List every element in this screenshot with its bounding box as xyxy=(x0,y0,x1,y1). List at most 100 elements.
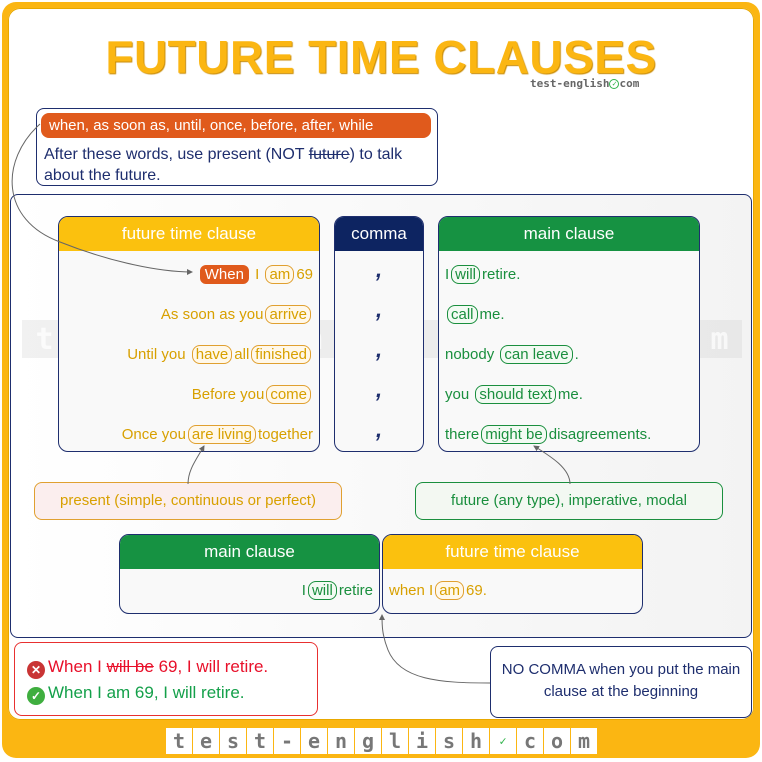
note-text-strike: future xyxy=(308,146,350,163)
example-row: Once you are living together xyxy=(122,425,313,444)
example-row: Before you come xyxy=(192,385,313,404)
text: . xyxy=(574,346,579,363)
text: 69, I will retire. xyxy=(153,657,269,676)
cross-icon: ✕ xyxy=(27,661,45,679)
wrong-example: ✕ When I will be 69, I will retire. xyxy=(27,657,268,679)
text: Until you xyxy=(127,346,190,363)
text: When I am 69, I will retire. xyxy=(48,683,245,702)
text: when I xyxy=(389,582,434,599)
text: retire. xyxy=(482,266,521,283)
text: nobody xyxy=(445,346,499,363)
comma-mark: , xyxy=(375,377,383,402)
main-clause-header: main clause xyxy=(439,217,699,251)
conjunction-list: when, as soon as, until, once, before, a… xyxy=(41,113,431,138)
verb-pill: will xyxy=(451,265,481,284)
verb-pill: am xyxy=(265,265,295,284)
footer-letter: s xyxy=(436,728,462,754)
verb-pill: have xyxy=(191,345,233,364)
footer-logo: t e s t - e n g l i s h ✓ c o m xyxy=(166,728,598,754)
verb-pill: might be xyxy=(481,425,547,444)
comma-mark: , xyxy=(375,417,383,442)
no-comma-note: NO COMMA when you put the main clause at… xyxy=(490,646,752,718)
verb-pill: arrive xyxy=(265,305,311,324)
example-row: you should text me. xyxy=(445,385,583,404)
verb-pill: will xyxy=(307,581,337,600)
example-row: Until you have all finished xyxy=(127,345,313,364)
footer-letter: t xyxy=(247,728,273,754)
reversed-main-header: main clause xyxy=(120,535,379,569)
footer-letter: o xyxy=(544,728,570,754)
text: 69. xyxy=(466,582,487,599)
text: When I xyxy=(48,657,107,676)
correct-example: ✓ When I am 69, I will retire. xyxy=(27,683,245,705)
comma-header: comma xyxy=(335,217,423,251)
logo-suffix: com xyxy=(619,77,640,90)
text: 69 xyxy=(296,266,313,283)
reversed-time-text: when Iam 69. xyxy=(389,581,487,600)
text: together xyxy=(257,426,313,443)
watermark-letter: t xyxy=(35,321,54,357)
footer-letter: m xyxy=(571,728,597,754)
main-clause-column: main clause Iwill retire. call me. nobody ca… xyxy=(438,216,700,452)
footer-letter: e xyxy=(301,728,327,754)
text: Once you xyxy=(121,426,186,443)
text: will be xyxy=(106,657,154,676)
footer-letter: t xyxy=(166,728,192,754)
example-row: Iwill retire. xyxy=(445,265,520,284)
verb-pill: can leave xyxy=(500,345,573,364)
example-row: nobody can leave. xyxy=(445,345,579,364)
comma-mark: , xyxy=(375,337,383,362)
time-clause-column: future time clause When I am 69 As soon as… xyxy=(58,216,320,452)
verb-pill: finished xyxy=(251,345,311,364)
check-icon: ✓ xyxy=(490,728,516,754)
text: I xyxy=(250,266,264,283)
footer-letter: n xyxy=(328,728,354,754)
text: I xyxy=(301,582,306,599)
correction-box: ✕ When I will be 69, I will retire. ✓ When… xyxy=(14,642,318,716)
logo-text: test-english xyxy=(530,77,610,90)
note-text: After these words, use present (NOT futu… xyxy=(44,144,434,186)
comma-column: comma ,,,,, xyxy=(334,216,424,452)
text: you xyxy=(445,386,474,403)
example-row: there might be disagreements. xyxy=(445,425,651,444)
footer-letter: g xyxy=(355,728,381,754)
comma-mark: , xyxy=(375,297,383,322)
reversed-main-clause: main clause Iwill retire xyxy=(119,534,380,614)
text: me. xyxy=(479,306,505,323)
example-row: When I am 69 xyxy=(198,265,313,284)
check-icon: ✓ xyxy=(27,687,45,705)
footer-letter: c xyxy=(517,728,543,754)
text: all xyxy=(234,346,250,363)
example-row: As soon as you arrive xyxy=(161,305,313,324)
example-row: call me. xyxy=(445,305,505,324)
reversed-time-clause: future time clause when Iam 69. xyxy=(382,534,643,614)
footer-letter: e xyxy=(193,728,219,754)
text: I xyxy=(445,266,450,283)
future-label: future (any type), imperative, modal xyxy=(415,482,723,520)
text: retire xyxy=(338,582,373,599)
comma-mark: , xyxy=(375,257,383,282)
verb-pill: call xyxy=(447,305,478,324)
check-icon: ✓ xyxy=(609,79,620,89)
text: Before you xyxy=(191,386,265,403)
text: me. xyxy=(557,386,583,403)
note-text-pre: After these words, use present (NOT xyxy=(44,146,309,163)
verb-pill: are living xyxy=(187,425,256,444)
footer-letter: s xyxy=(220,728,246,754)
footer-letter: - xyxy=(274,728,300,754)
verb-pill: come xyxy=(266,385,311,404)
footer-letter: h xyxy=(463,728,489,754)
footer-letter: l xyxy=(382,728,408,754)
reversed-main-text: Iwill retire xyxy=(302,581,373,600)
text: As soon as you xyxy=(160,306,264,323)
conjunction-note: when, as soon as, until, once, before, a… xyxy=(36,108,438,186)
footer-letter: i xyxy=(409,728,435,754)
verb-pill: should text xyxy=(475,385,556,404)
reversed-time-header: future time clause xyxy=(383,535,642,569)
present-label: present (simple, continuous or perfect) xyxy=(34,482,342,520)
page-title: FUTURE TIME CLAUSES xyxy=(105,31,657,83)
site-logo: test-english ✓ com xyxy=(530,77,639,90)
conjunction-pill: When xyxy=(199,265,249,284)
text: there xyxy=(445,426,480,443)
text: disagreements. xyxy=(548,426,652,443)
